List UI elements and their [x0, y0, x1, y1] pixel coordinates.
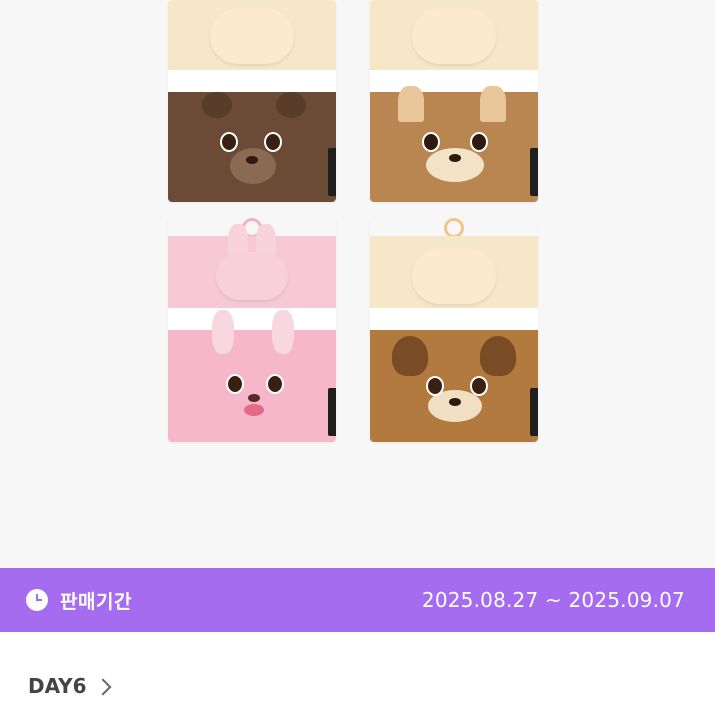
- sales-period-label: 판매기간: [60, 590, 132, 613]
- sales-period-label-group: 판매기간: [26, 587, 132, 614]
- pouch-bear: [168, 0, 336, 202]
- sales-period-bar: 판매기간 2025.08.27 ~ 2025.09.07: [0, 568, 715, 632]
- artist-link[interactable]: DAY6: [28, 668, 112, 704]
- sales-period-dates: 2025.08.27 ~ 2025.09.07: [421, 588, 685, 612]
- product-image[interactable]: [0, 0, 715, 568]
- artist-name: DAY6: [28, 674, 87, 698]
- clock-icon: [26, 589, 48, 611]
- pouch-puppy: [370, 218, 538, 442]
- pouch-shiba: [370, 0, 538, 202]
- pouch-bunny: [168, 218, 336, 442]
- chevron-right-icon: [94, 678, 112, 695]
